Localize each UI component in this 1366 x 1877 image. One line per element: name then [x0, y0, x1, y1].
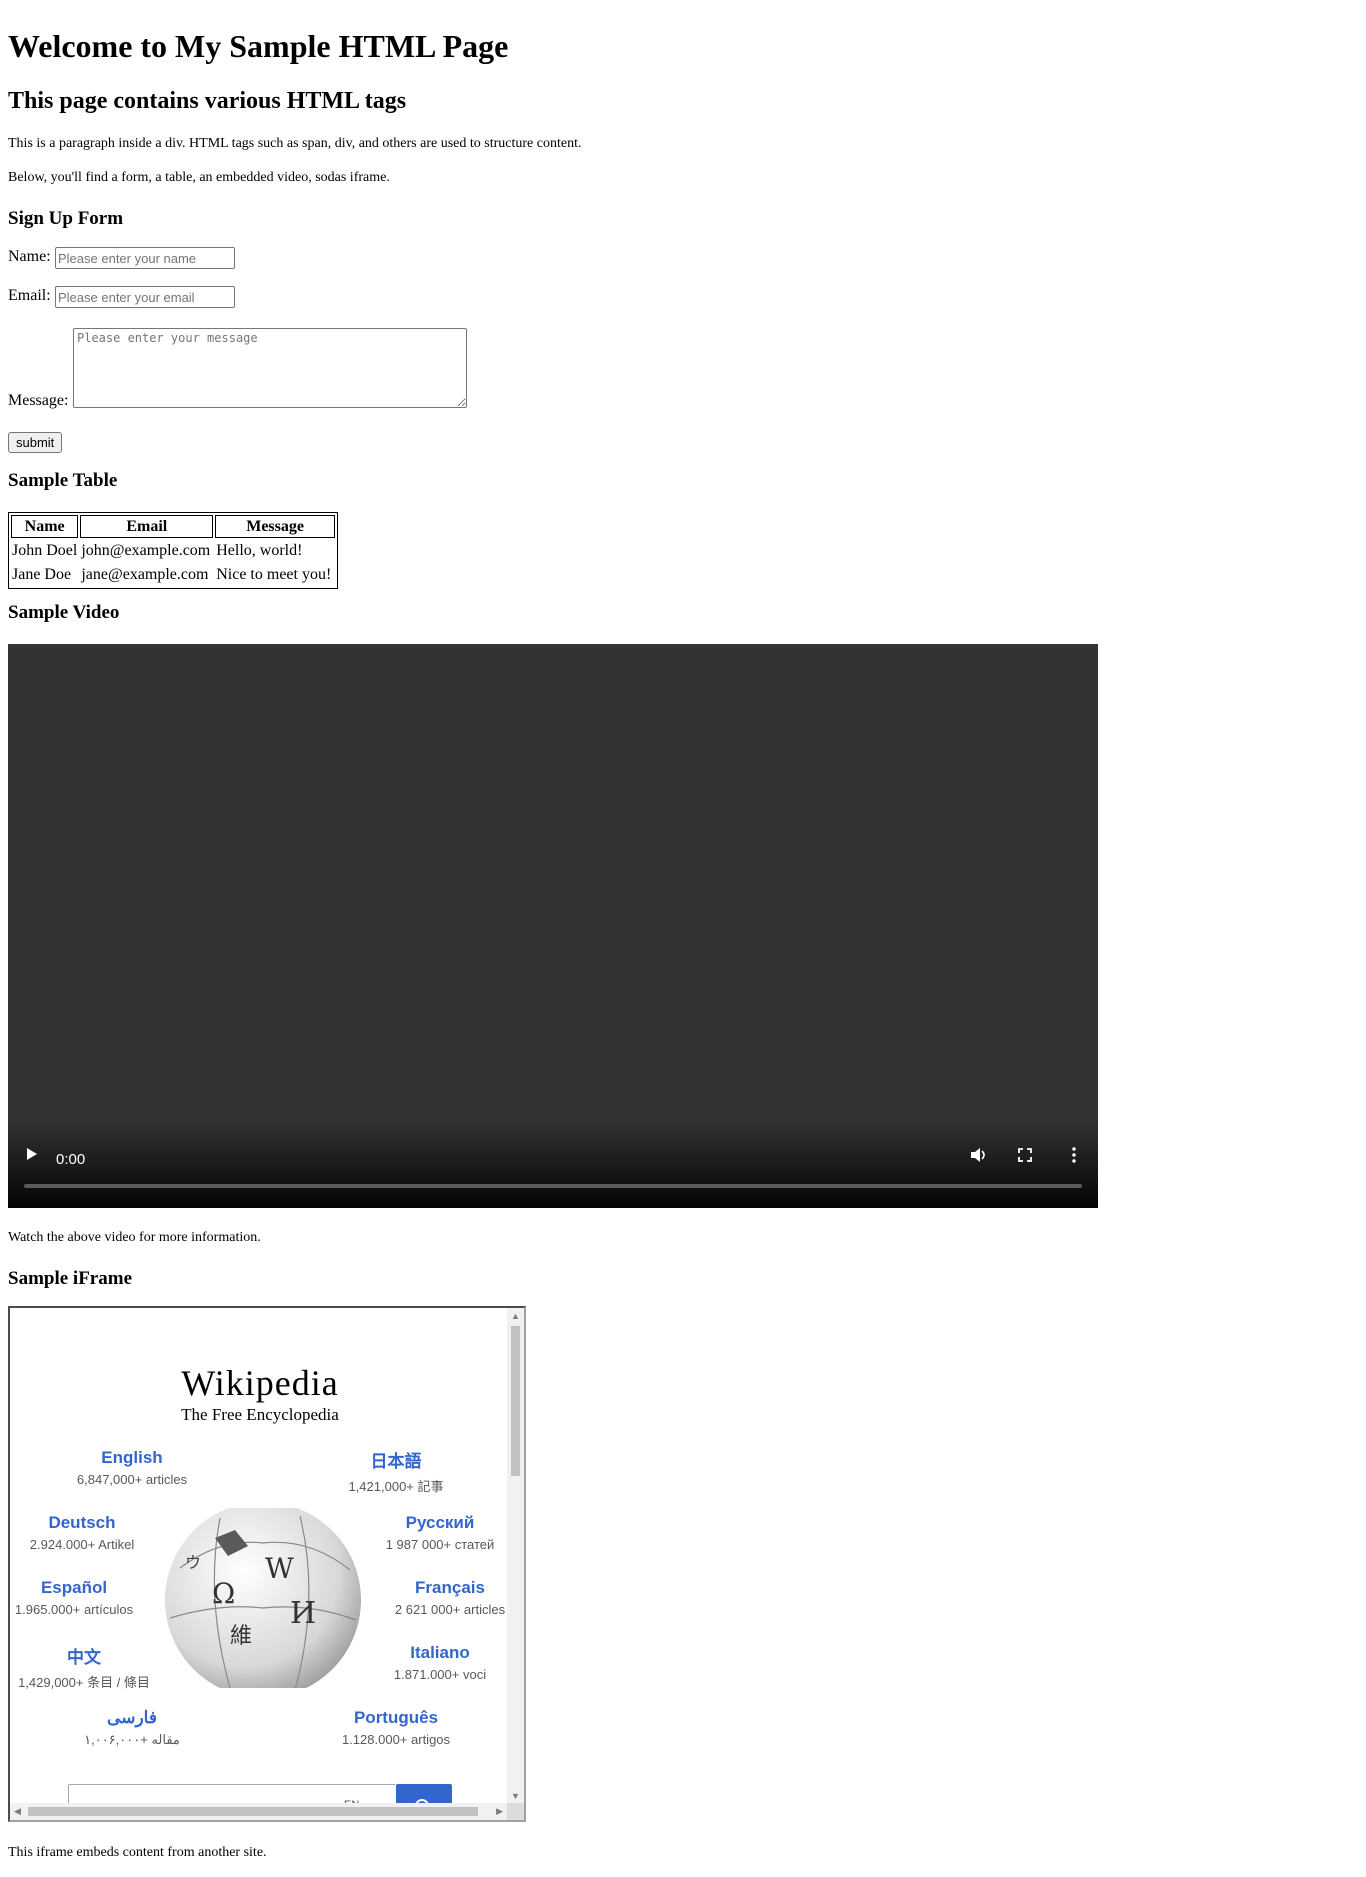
- submit-button[interactable]: submit: [8, 432, 63, 453]
- language-italian[interactable]: Italiano 1.871.000+ voci: [350, 1643, 524, 1682]
- iframe-caption: This iframe embeds content from another …: [8, 1845, 267, 1860]
- table-header-row: Name Email Message: [11, 515, 335, 538]
- fullscreen-icon[interactable]: [1018, 1148, 1032, 1167]
- iframe-heading: Sample iFrame: [8, 1268, 133, 1289]
- table-cell: Jane Doe: [12, 566, 72, 583]
- video-caption: Watch the above video for more informati…: [8, 1230, 261, 1245]
- vertical-scroll-thumb[interactable]: [511, 1326, 520, 1476]
- email-input[interactable]: [55, 286, 235, 308]
- scroll-left-icon[interactable]: ◀: [14, 1807, 21, 1816]
- table-row: Jane Doe jane@example.com Nice to meet y…: [11, 564, 335, 586]
- video-time: 0:00: [56, 1151, 86, 1168]
- message-label: Message:: [8, 392, 69, 409]
- table-cell: John Doel: [12, 542, 78, 559]
- email-label: Email:: [8, 287, 51, 304]
- page-subtitle: This page contains various HTML tags: [8, 88, 407, 114]
- svg-text:Ω: Ω: [212, 1577, 235, 1610]
- table-cell: Nice to meet you!: [216, 566, 332, 583]
- more-options-icon[interactable]: [1072, 1147, 1076, 1168]
- language-portuguese[interactable]: Português 1.128.000+ artigos: [306, 1708, 486, 1747]
- video-heading: Sample Video: [8, 602, 120, 623]
- table-row: John Doel john@example.com Hello, world!: [11, 540, 335, 562]
- form-heading: Sign Up Form: [8, 208, 124, 229]
- embedded-iframe[interactable]: Wikipedia The Free Encyclopedia Ω W И 維 …: [8, 1306, 526, 1822]
- table-cell: Hello, world!: [216, 542, 303, 559]
- language-russian[interactable]: Русский 1 987 000+ статей: [350, 1513, 524, 1552]
- play-icon[interactable]: [26, 1147, 38, 1166]
- horizontal-scroll-thumb[interactable]: [28, 1807, 478, 1816]
- table-cell: jane@example.com: [81, 566, 209, 583]
- sample-table: Name Email Message John Doel john@exampl…: [8, 512, 338, 589]
- svg-text:И: И: [290, 1596, 316, 1631]
- contents-paragraph: Below, you'll find a form, a table, an e…: [8, 170, 390, 185]
- wikipedia-globe-icon: Ω W И 維 ウ: [160, 1502, 366, 1698]
- language-french[interactable]: Français 2 621 000+ articles: [360, 1578, 524, 1617]
- table-cell: john@example.com: [81, 542, 211, 559]
- wikipedia-wordmark: Wikipedia: [181, 1363, 339, 1403]
- language-persian[interactable]: فارسی ۱,۰۰۶,۰۰۰+ مقاله: [42, 1708, 222, 1748]
- intro-paragraph: This is a paragraph inside a div. HTML t…: [8, 136, 582, 151]
- iframe-vertical-scrollbar[interactable]: ▲ ▼: [507, 1308, 524, 1805]
- video-progress-bar[interactable]: [24, 1184, 1082, 1188]
- page-title: Welcome to My Sample HTML Page: [8, 28, 509, 64]
- scroll-down-icon[interactable]: ▼: [511, 1792, 520, 1801]
- table-heading: Sample Table: [8, 470, 118, 491]
- scrollbar-corner: [507, 1803, 524, 1820]
- message-textarea[interactable]: [73, 328, 467, 408]
- column-header: Message: [215, 515, 335, 538]
- video-controls-shade: [8, 1118, 1098, 1208]
- volume-icon[interactable]: [970, 1147, 988, 1168]
- language-german[interactable]: Deutsch 2.924.000+ Artikel: [10, 1513, 172, 1552]
- language-japanese[interactable]: 日本語 1,421,000+ 記事: [306, 1447, 486, 1495]
- column-header: Email: [80, 515, 214, 538]
- svg-text:維: 維: [230, 1624, 252, 1649]
- video-player[interactable]: 0:00: [8, 644, 1098, 1208]
- language-spanish[interactable]: Español 1.965.000+ artículos: [10, 1578, 164, 1617]
- column-header: Name: [11, 515, 79, 538]
- iframe-horizontal-scrollbar[interactable]: ◀ ▶: [10, 1803, 507, 1820]
- language-english[interactable]: English 6,847,000+ articles: [42, 1448, 222, 1487]
- name-input[interactable]: [55, 247, 235, 269]
- svg-text:W: W: [265, 1552, 294, 1585]
- scroll-up-icon[interactable]: ▲: [511, 1312, 520, 1321]
- name-label: Name:: [8, 248, 51, 265]
- language-chinese[interactable]: 中文 1,429,000+ 条目 / 條目: [10, 1643, 174, 1691]
- scroll-right-icon[interactable]: ▶: [496, 1807, 503, 1816]
- wikipedia-tagline: The Free Encyclopedia: [181, 1405, 339, 1424]
- svg-text:ウ: ウ: [185, 1553, 201, 1572]
